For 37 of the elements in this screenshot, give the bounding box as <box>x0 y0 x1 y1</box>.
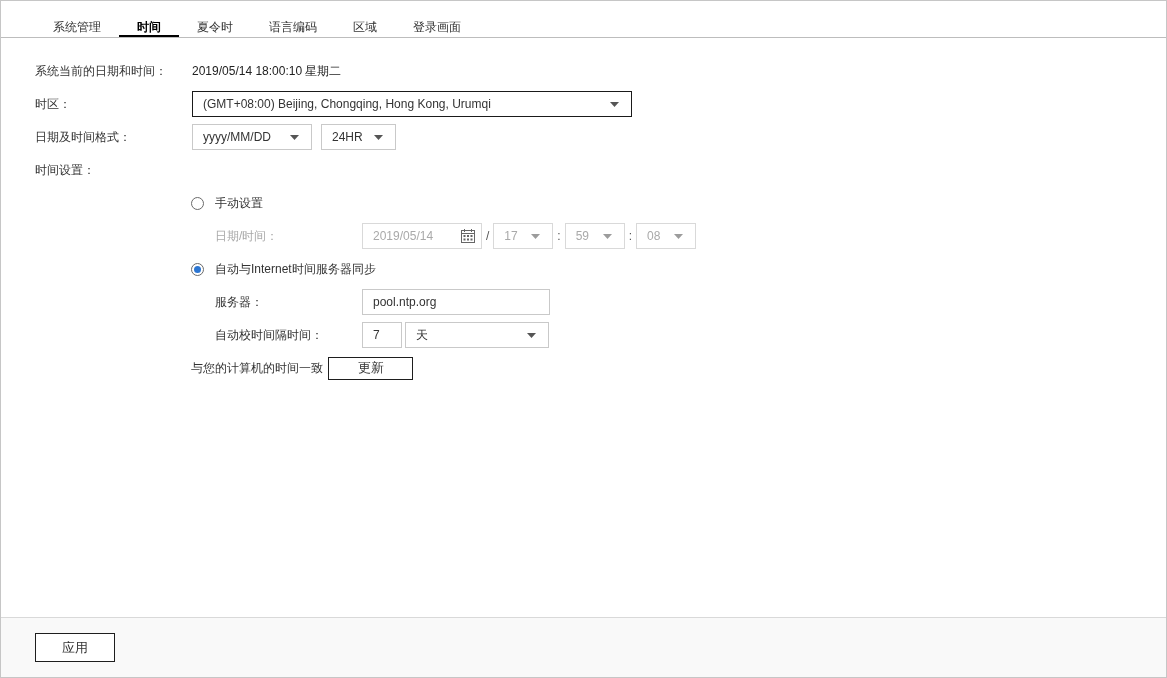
separator-text: : <box>557 229 561 243</box>
radio-label[interactable]: 手动设置 <box>215 194 263 212</box>
caret-icon <box>527 332 536 338</box>
field-label: 日期/时间： <box>215 227 280 245</box>
caret-icon <box>531 233 541 239</box>
update-button[interactable]: 更新 <box>328 356 413 380</box>
caret-icon <box>610 101 619 107</box>
dropdown[interactable]: 天 <box>405 322 549 348</box>
field-label: 系统当前的日期和时间： <box>35 62 168 80</box>
caret-icon <box>602 233 612 239</box>
field-label: 时间设置： <box>35 161 96 179</box>
separator-text: : <box>628 229 633 243</box>
sync-label: 与您的计算机的时间一致 <box>191 359 323 377</box>
dropdown[interactable]: 24HR <box>321 124 396 150</box>
separator-text: / <box>486 229 490 243</box>
tab[interactable]: 登录画面 <box>395 15 479 37</box>
field-label: 日期及时间格式： <box>35 128 132 146</box>
radio-label[interactable]: 自动与Internet时间服务器同步 <box>215 260 376 278</box>
current-datetime: 2019/05/14 18:00:10 星期二 <box>192 62 342 80</box>
field-label: 时区： <box>35 95 72 113</box>
radio-button[interactable] <box>191 196 204 210</box>
dropdown[interactable]: (GMT+08:00) Beijing, Chongqing, Hong Kong, Urumqi <box>192 91 632 117</box>
text-field[interactable]: 7 <box>362 322 402 348</box>
caret-icon <box>290 134 299 140</box>
tab[interactable]: 时间 <box>119 15 179 37</box>
apply-button[interactable]: 应用 <box>35 633 115 662</box>
field-label: 自动校时间隔时间： <box>215 326 324 344</box>
caret-icon <box>374 134 383 140</box>
tab[interactable]: 夏令时 <box>179 15 251 37</box>
dropdown[interactable]: yyyy/MM/DD <box>192 124 312 150</box>
text-field[interactable]: pool.ntp.org <box>362 289 550 315</box>
radio-button[interactable] <box>191 262 204 276</box>
caret-icon <box>674 233 684 239</box>
field-label: 服务器： <box>215 293 264 311</box>
tab[interactable]: 系统管理 <box>35 15 119 37</box>
tab[interactable]: 区域 <box>335 15 395 37</box>
tab[interactable]: 语言编码 <box>251 15 335 37</box>
